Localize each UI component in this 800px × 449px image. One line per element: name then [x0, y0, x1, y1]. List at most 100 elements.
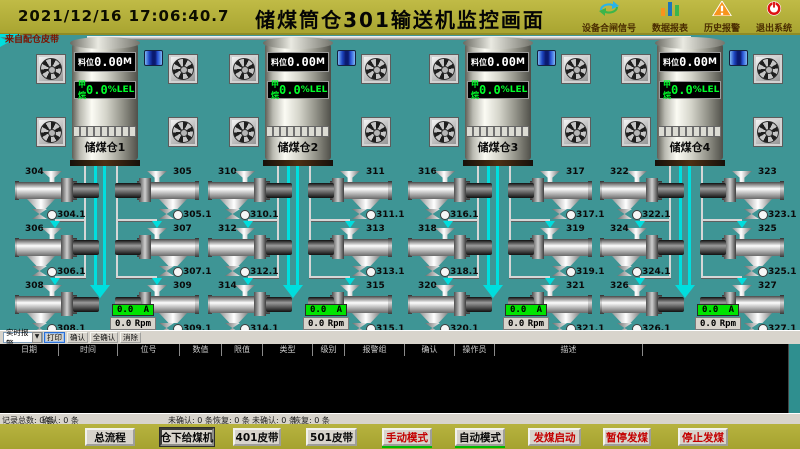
feeder-unit[interactable]: 305305.1	[113, 168, 201, 218]
discharge-valve-icon[interactable]	[225, 266, 240, 276]
feeder-unit[interactable]: 306306.1	[15, 225, 103, 275]
alarm-toolbar-button[interactable]: 消除	[120, 332, 141, 343]
feeder-unit[interactable]: 323323.1	[698, 168, 786, 218]
feeder-unit[interactable]: 325325.1	[698, 225, 786, 275]
discharge-valve-icon[interactable]	[225, 209, 240, 219]
feeder-unit[interactable]: 313313.1	[306, 225, 394, 275]
feeder-id-label: 323	[758, 167, 777, 177]
alarm-filter-select[interactable]: 实时报警 ▼	[3, 332, 43, 343]
feeder-unit[interactable]: 312312.1	[208, 225, 296, 275]
feeder-unit[interactable]: 320320.1	[408, 282, 496, 332]
discharge-valve-icon[interactable]	[552, 209, 567, 219]
feeder-unit[interactable]: 307307.1	[113, 225, 201, 275]
feeder-unit[interactable]: 322322.1	[600, 168, 688, 218]
feeder-hopper	[159, 256, 187, 266]
belt-401-button[interactable]: 401皮带	[233, 428, 281, 446]
feeder-motor	[308, 240, 334, 255]
discharge-valve-icon[interactable]	[159, 266, 174, 276]
feeder-end-cap	[780, 238, 784, 257]
start-coal-button[interactable]: 发煤启动	[528, 428, 581, 446]
silo-feeder-button[interactable]: 仓下给煤机	[160, 428, 214, 446]
silo-band	[267, 126, 329, 137]
feeder-motor	[266, 297, 292, 312]
coal-silo: 料位0.00M甲烷0.0%LEL储煤仓1	[72, 42, 138, 160]
valve-id-label: 323.1	[768, 210, 796, 220]
valve-indicator	[566, 267, 576, 277]
discharge-valve-icon[interactable]	[744, 209, 759, 219]
feeder-unit[interactable]: 326326.1	[600, 282, 688, 332]
feeder-hopper	[27, 256, 55, 266]
manual-mode-button[interactable]: 手动模式	[382, 428, 432, 446]
ventilation-fan-icon	[753, 117, 783, 147]
device-signal-button[interactable]: 设备合闸信号	[582, 1, 636, 34]
title-bar: 2021/12/16 17:06:40.7 储煤筒仓301输送机监控画面 设备合…	[0, 0, 800, 35]
alarm-column-header: 报警组	[345, 344, 405, 356]
discharge-valve-icon[interactable]	[552, 266, 567, 276]
flow-line-cyan	[296, 166, 299, 285]
discharge-valve-icon[interactable]	[425, 209, 440, 219]
level-label: 料位	[78, 57, 94, 68]
feeder-id-label: 310	[218, 167, 237, 177]
history-alarm-button[interactable]: 历史报警	[704, 1, 740, 34]
discharge-valve-icon[interactable]	[159, 209, 174, 219]
feeder-unit[interactable]: 311311.1	[306, 168, 394, 218]
ammeter-value: 0.0	[510, 305, 526, 315]
overview-button[interactable]: 总流程	[85, 428, 135, 446]
feeder-unit[interactable]: 304304.1	[15, 168, 103, 218]
alarm-toolbar-button[interactable]: 确认	[67, 332, 88, 343]
feeder-gearbox	[454, 178, 466, 202]
mode-active-underline	[382, 446, 432, 448]
alarm-table-body	[0, 356, 800, 413]
feeder-hopper	[220, 199, 248, 209]
feeder-unit[interactable]: 314314.1	[208, 282, 296, 332]
level-unit: M	[708, 57, 717, 67]
discharge-valve-icon[interactable]	[617, 266, 632, 276]
feeder-unit[interactable]: 318318.1	[408, 225, 496, 275]
belt-501-button[interactable]: 501皮带	[306, 428, 357, 446]
feeder-hopper	[27, 313, 55, 323]
discharge-valve-icon[interactable]	[744, 266, 759, 276]
discharge-valve-icon[interactable]	[352, 266, 367, 276]
feeder-unit[interactable]: 324324.1	[600, 225, 688, 275]
alarm-scrollbar[interactable]	[788, 344, 800, 413]
valve-indicator	[47, 210, 57, 220]
feeder-motor	[658, 240, 684, 255]
feeder-unit[interactable]: 319319.1	[506, 225, 594, 275]
sync-arrows-icon	[598, 1, 620, 20]
feeder-unit[interactable]: 310310.1	[208, 168, 296, 218]
coal-silo: 料位0.00M甲烷0.0%LEL储煤仓2	[265, 42, 331, 160]
alarm-toolbar-button[interactable]: 全确认	[90, 332, 118, 343]
discharge-valve-icon[interactable]	[32, 266, 47, 276]
auto-mode-button[interactable]: 自动模式	[455, 428, 505, 446]
silo-dome	[655, 37, 725, 49]
feeder-unit[interactable]: 316316.1	[408, 168, 496, 218]
discharge-valve-icon[interactable]	[352, 209, 367, 219]
methane-unit: %LEL	[693, 85, 720, 95]
methane-display: 甲烷0.0%LEL	[74, 81, 136, 99]
alarm-status-bar: 记录总数: 0 条确认: 0 条未确认: 0 条恢复: 0 条未确认: 0 条恢…	[0, 413, 800, 424]
ammeter-value: 0.0	[117, 305, 133, 315]
alarm-column-header: 位号	[118, 344, 180, 356]
feeder-hopper	[352, 256, 380, 266]
feeder-hopper	[744, 256, 772, 266]
alarm-toolbar-button[interactable]: 打印	[44, 332, 65, 343]
silo-name-label: 储煤仓4	[657, 139, 723, 155]
pause-coal-button[interactable]: 暂停发煤	[603, 428, 651, 446]
feeder-unit[interactable]: 308308.1	[15, 282, 103, 332]
silo-group: 料位0.00M甲烷0.0%LEL储煤仓4322322.1323323.13243…	[585, 34, 800, 330]
mode-active-underline	[455, 446, 505, 448]
feeder-id-label: 326	[610, 281, 629, 291]
rpm-display: 0.0Rpm	[110, 317, 156, 330]
discharge-valve-icon[interactable]	[425, 266, 440, 276]
alarm-table-header: 日期时间位号数值限值类型级别报警组确认操作员描述	[0, 344, 800, 356]
valve-indicator	[240, 210, 250, 220]
discharge-valve-icon[interactable]	[617, 209, 632, 219]
feeder-id-label: 324	[610, 224, 629, 234]
exit-system-button[interactable]: 退出系统	[756, 1, 792, 34]
stop-coal-button[interactable]: 停止发煤	[678, 428, 728, 446]
data-report-button[interactable]: 数据报表	[652, 1, 688, 34]
discharge-valve-icon[interactable]	[32, 209, 47, 219]
fan-hub	[633, 129, 641, 137]
feeder-unit[interactable]: 317317.1	[506, 168, 594, 218]
nav-label: 退出系统	[756, 21, 792, 34]
